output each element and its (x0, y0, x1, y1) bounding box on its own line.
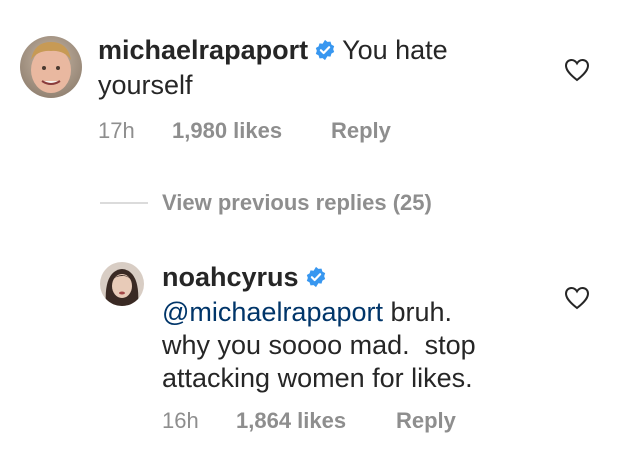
reply-button[interactable]: Reply (331, 118, 391, 144)
username-noahcyrus[interactable]: noahcyrus (162, 262, 299, 292)
comment-time: 16h (162, 408, 199, 433)
comment-text-line: bruh. (383, 297, 453, 327)
heart-icon[interactable] (564, 58, 590, 82)
comment-text-line: You hate (342, 35, 448, 65)
comment-time: 17h (98, 118, 135, 143)
comment-text-line: why you soooo mad. stop (162, 330, 476, 360)
comment-body: michaelrapaport You hate yourself (98, 34, 558, 102)
reply-meta: 16h 1,864 likes Reply (162, 408, 562, 434)
reply-body: noahcyrus @michaelrapaport bruh. why you… (162, 261, 562, 395)
comment-text-line: attacking women for likes. (162, 363, 473, 393)
comment-meta: 17h 1,980 likes Reply (98, 118, 498, 144)
view-previous-replies-button[interactable]: View previous replies (25) (162, 190, 432, 216)
comment-likes[interactable]: 1,864 likes (236, 408, 346, 434)
replies-divider (100, 202, 148, 204)
heart-icon[interactable] (564, 286, 590, 310)
avatar-michaelrapaport[interactable] (20, 36, 82, 98)
username-michaelrapaport[interactable]: michaelrapaport (98, 35, 308, 65)
verified-badge-icon (314, 36, 336, 69)
mention-link[interactable]: @michaelrapaport (162, 297, 383, 327)
verified-badge-icon (305, 263, 327, 296)
reply-text: noahcyrus @michaelrapaport bruh. why you… (162, 261, 562, 395)
comment-text-line: yourself (98, 70, 193, 100)
comment-likes[interactable]: 1,980 likes (172, 118, 282, 144)
avatar-noahcyrus[interactable] (100, 262, 144, 306)
reply-button[interactable]: Reply (396, 408, 456, 434)
comment-text: michaelrapaport You hate yourself (98, 34, 558, 102)
